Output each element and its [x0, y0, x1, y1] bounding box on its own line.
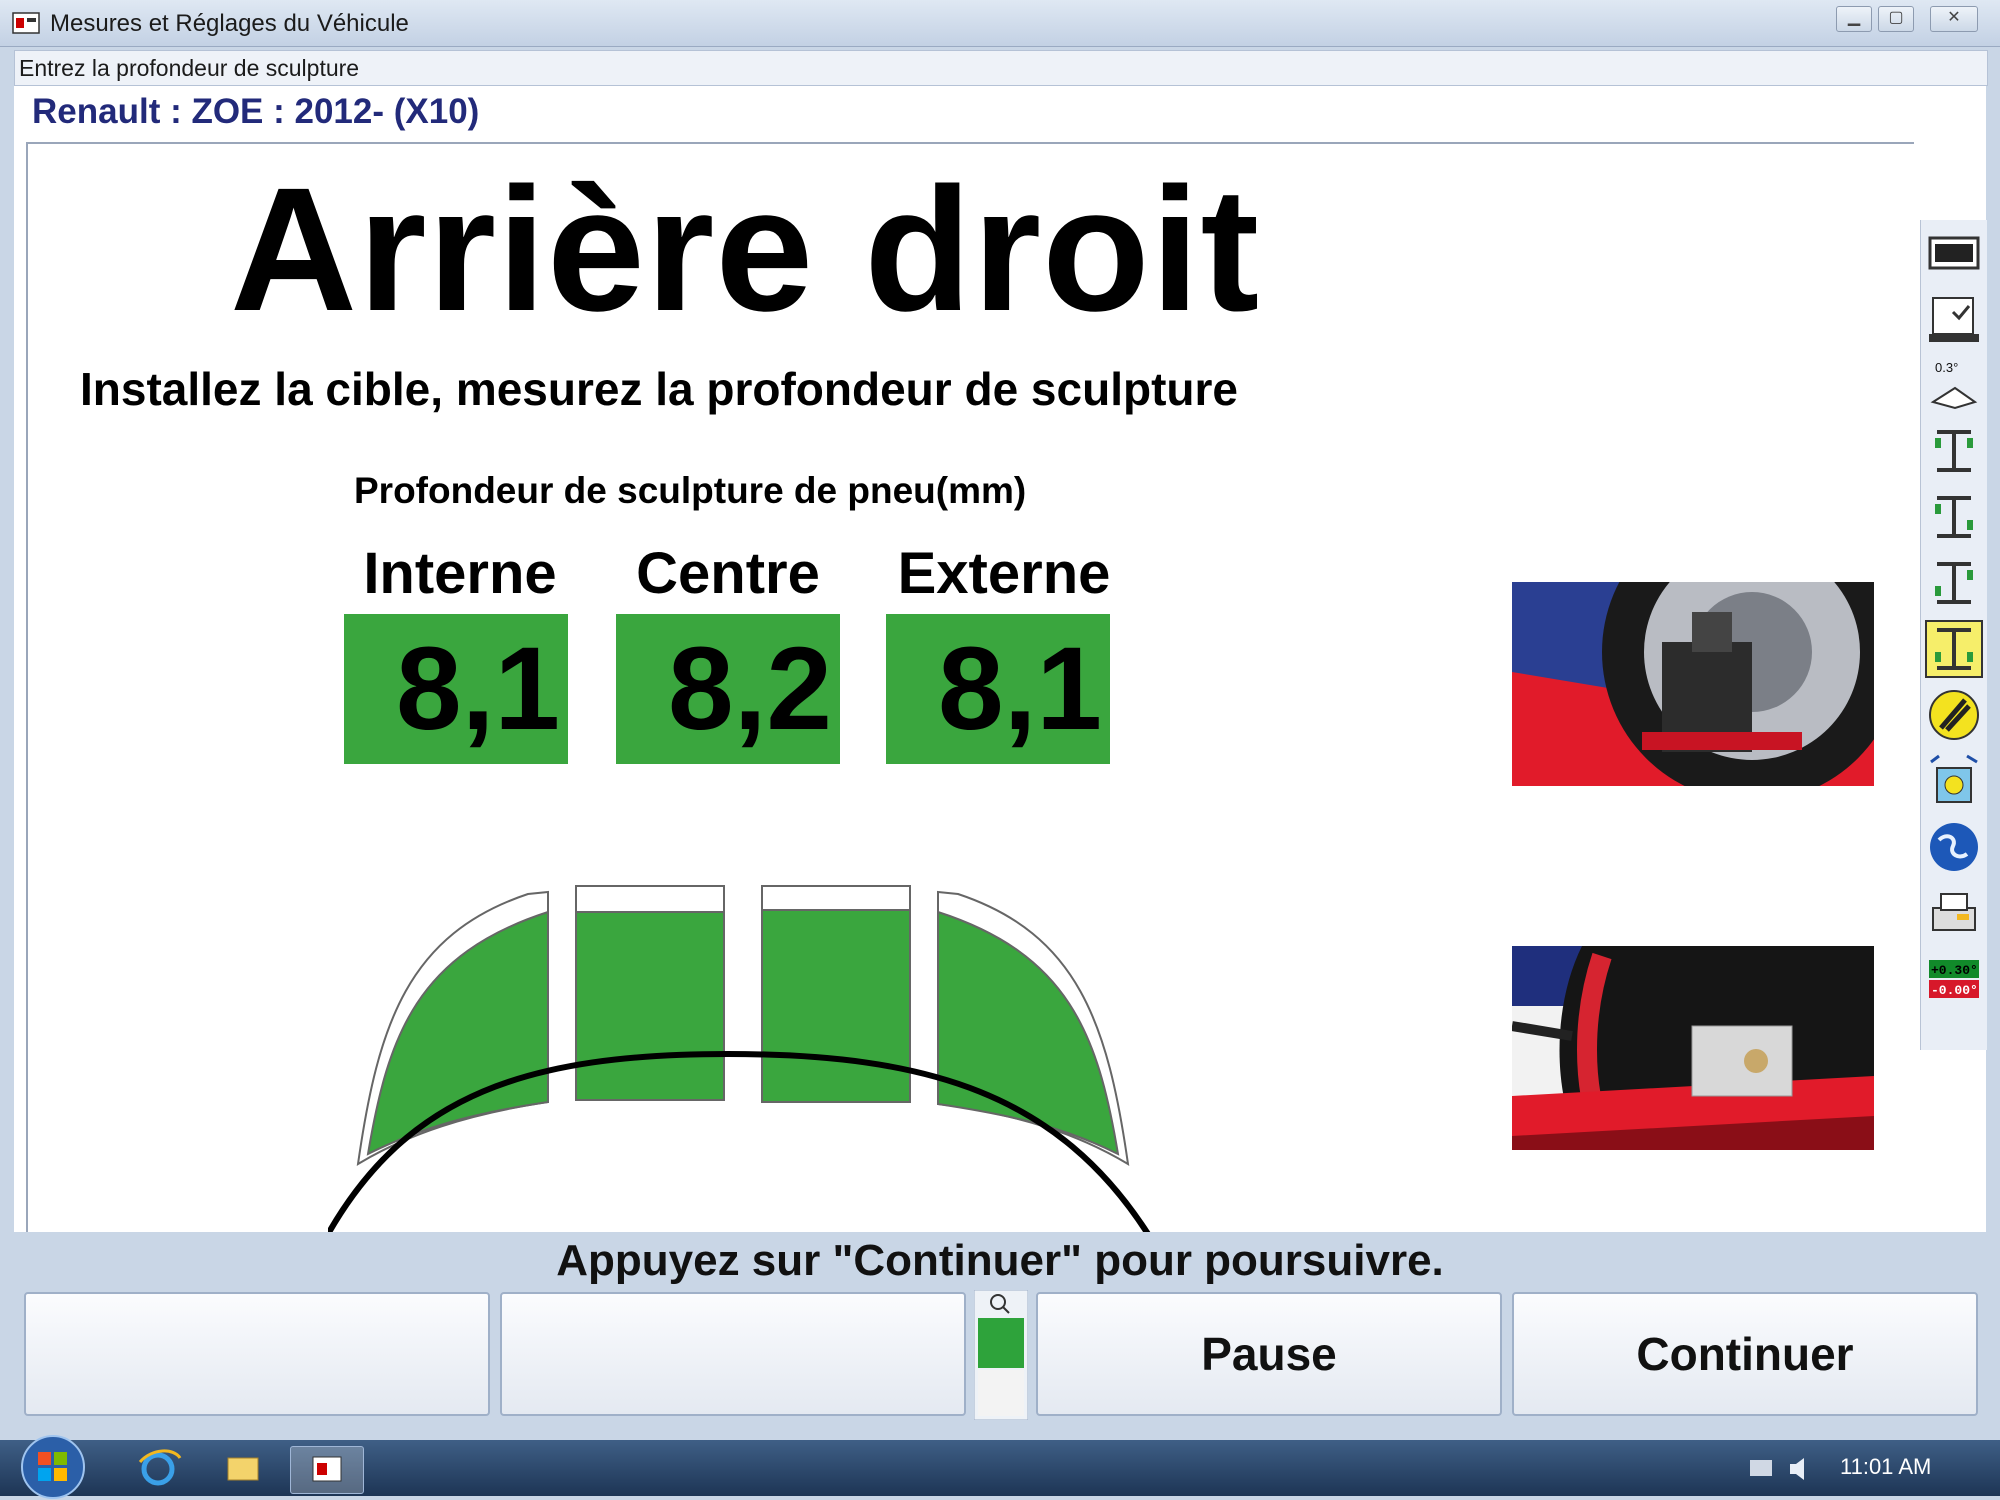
axle-icon-active[interactable] [1925, 620, 1983, 678]
window-title: Mesures et Réglages du Véhicule [50, 10, 409, 37]
reading-positive: +0.30° [1931, 963, 1978, 978]
instruction-text: Installez la cible, mesurez la profondeu… [80, 363, 1238, 415]
side-toolbar: 0.3° +0.30° -0.00° [1920, 220, 1987, 1050]
zoom-slider[interactable] [974, 1290, 1028, 1420]
minimize-button[interactable]: ▁ [1836, 6, 1872, 32]
status-text: Appuyez sur "Continuer" pour poursuivre. [556, 1236, 1444, 1285]
angle-spec-text: 0.3° [1935, 360, 1958, 375]
axle-icon-2[interactable] [1927, 490, 1981, 544]
axle-icon-3[interactable] [1927, 556, 1981, 610]
axle-icon-1[interactable] [1927, 424, 1981, 478]
volume-icon [1790, 1458, 1804, 1480]
globe-icon[interactable] [1927, 820, 1981, 874]
depth-title: Profondeur de sculpture de pneu(mm) [354, 470, 1027, 511]
status-bar: Appuyez sur "Continuer" pour poursuivre. [14, 1232, 1986, 1288]
app-taskbar-icon[interactable] [290, 1446, 364, 1494]
vehicle-label: Renault : ZOE : 2012- (X10) [32, 92, 480, 131]
reading-negative: -0.00° [1931, 983, 1978, 998]
network-icon [1750, 1460, 1772, 1476]
taskbar-clock: 11:01 AM [1840, 1454, 1932, 1479]
wheel-target-photo [1512, 582, 1874, 786]
counter-icon[interactable] [1927, 226, 1981, 280]
value-interne[interactable]: 8,1 [344, 614, 568, 764]
value-externe[interactable]: 8,1 [886, 614, 1110, 764]
checklist-icon[interactable] [1927, 292, 1981, 346]
tread-gauge-photo [1512, 946, 1874, 1150]
prompt-text: Entrez la profondeur de sculpture [19, 55, 360, 81]
content-area: Arrière droit Installez la cible, mesure… [26, 142, 1914, 1234]
tread-diagram [328, 885, 1151, 1234]
printer-icon[interactable] [1927, 886, 1981, 940]
close-button[interactable]: ✕ [1930, 6, 1978, 32]
maximize-button[interactable]: ▢ [1878, 6, 1914, 32]
label-externe: Externe [897, 541, 1111, 606]
app-icon [12, 12, 40, 34]
angle-spec-icon[interactable]: 0.3° [1927, 358, 1981, 412]
tools-icon[interactable] [1927, 688, 1981, 742]
main-panel: Renault : ZOE : 2012- (X10) Arrière droi… [14, 86, 1987, 1234]
ie-taskbar-icon[interactable] [122, 1446, 194, 1492]
label-centre: Centre [636, 541, 820, 606]
pause-button[interactable]: Pause [1036, 1292, 1502, 1416]
wheel-position-title: Arrière droit [230, 152, 1261, 348]
start-button[interactable] [20, 1434, 86, 1500]
camera-icon[interactable] [1927, 754, 1981, 808]
window-titlebar: Mesures et Réglages du Véhicule ▁ ▢ ✕ [0, 0, 2000, 47]
folder-taskbar-icon[interactable] [206, 1446, 278, 1492]
value-centre[interactable]: 8,2 [616, 614, 840, 764]
function-button-1[interactable] [24, 1292, 490, 1416]
prompt-bar: Entrez la profondeur de sculpture [14, 50, 1988, 86]
continue-button[interactable]: Continuer [1512, 1292, 1978, 1416]
readings-icon[interactable]: +0.30° -0.00° [1927, 952, 1981, 1006]
tray-icons[interactable] [1742, 1446, 1832, 1492]
label-interne: Interne [363, 541, 557, 606]
function-button-2[interactable] [500, 1292, 966, 1416]
